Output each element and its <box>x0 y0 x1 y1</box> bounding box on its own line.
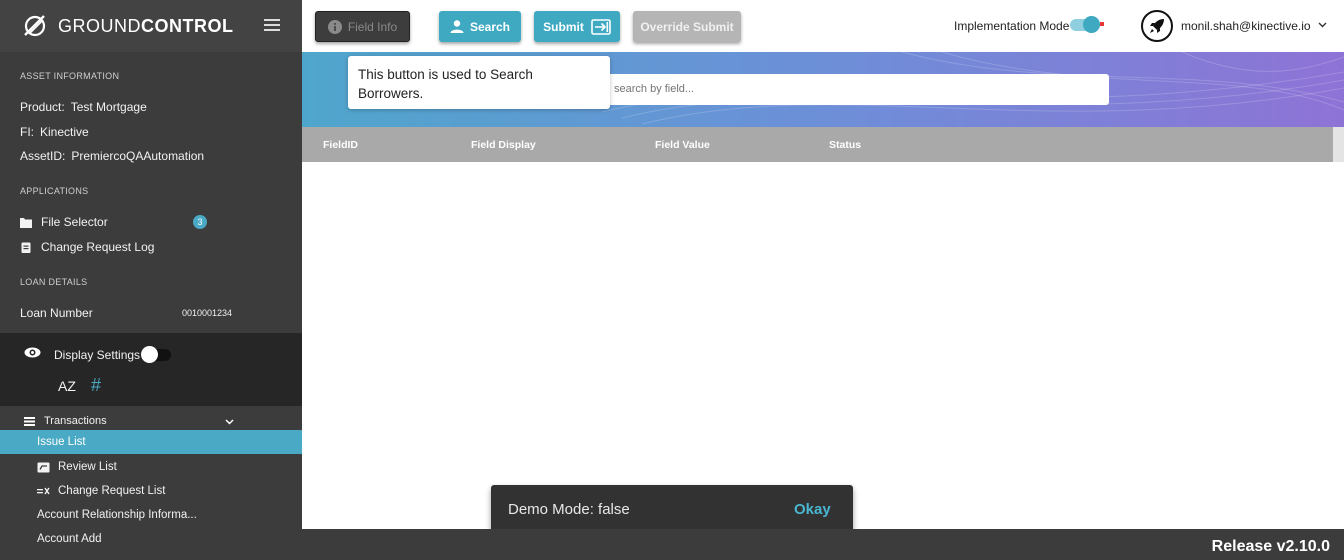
sidebar-item-change-request-list[interactable]: Change Request List <box>0 479 302 503</box>
list-icon <box>24 416 35 426</box>
sidebar-item-issue-list[interactable]: Issue List <box>0 430 302 454</box>
column-header-fieldid[interactable]: FieldID <box>323 139 358 151</box>
release-version: Release v2.10.0 <box>1211 538 1330 555</box>
asset-id-row: AssetID: PremiercoQAAutomation <box>20 149 205 163</box>
sidebar-item-label: Issue List <box>37 436 86 448</box>
sidebar-item-file-selector[interactable]: File Selector <box>20 215 108 229</box>
sort-az-icon[interactable]: AZ <box>58 378 76 394</box>
top-toolbar: Field Info Search Submit Override Submit… <box>302 0 1344 52</box>
person-icon <box>450 20 464 33</box>
sidebar-item-account-relationship[interactable]: Account Relationship Informa... <box>0 503 302 527</box>
snackbar-message: Demo Mode: false <box>508 501 630 518</box>
user-menu-chevron-icon[interactable] <box>1318 22 1327 28</box>
brand-name: GROUNDCONTROL <box>58 15 234 36</box>
chevron-down-icon <box>225 419 234 425</box>
info-icon <box>327 19 342 34</box>
loan-number-value: 0010001234 <box>182 308 233 318</box>
sidebar-item-review-list[interactable]: Review List <box>0 455 302 479</box>
transactions-header[interactable]: Transactions <box>24 415 234 427</box>
field-info-label: Field Info <box>347 19 398 34</box>
submit-button[interactable]: Submit <box>534 11 620 42</box>
scrollbar-track[interactable] <box>1333 127 1344 162</box>
sidebar-item-label: Change Request List <box>58 485 166 497</box>
snackbar: Demo Mode: false Okay <box>491 485 853 535</box>
sidebar-item-label: Account Relationship Informa... <box>37 509 197 521</box>
search-tooltip: This button is used to Search Borrowers. <box>348 56 610 109</box>
loan-number-label: Loan Number <box>20 306 93 320</box>
review-icon <box>37 462 50 472</box>
rocket-avatar-icon[interactable] <box>1141 10 1173 42</box>
column-header-status[interactable]: Status <box>829 139 861 151</box>
table-header: FieldID Field Display Field Value Status <box>302 127 1333 162</box>
groundcontrol-logo-icon <box>24 15 46 37</box>
folder-icon <box>20 217 32 228</box>
sidebar-item-label: Change Request Log <box>41 240 155 254</box>
loan-details-title: LOAN DETAILS <box>20 277 88 287</box>
eye-icon <box>24 347 41 358</box>
logo-bar: GROUNDCONTROL <box>0 0 302 52</box>
file-count-badge: 3 <box>193 215 207 229</box>
display-settings-panel: Display Settings AZ # <box>0 333 302 406</box>
column-header-field-value[interactable]: Field Value <box>655 139 710 151</box>
override-submit-button[interactable]: Override Submit <box>633 11 741 42</box>
implementation-mode-label: Implementation Mode <box>954 19 1070 33</box>
snackbar-okay-button[interactable]: Okay <box>794 501 831 518</box>
applications-title: APPLICATIONS <box>20 186 89 196</box>
field-info-button[interactable]: Field Info <box>315 11 410 42</box>
sidebar: GROUNDCONTROL ASSET INFORMATION Product:… <box>0 0 302 560</box>
implementation-mode-toggle[interactable] <box>1070 16 1104 33</box>
override-submit-label: Override Submit <box>640 19 734 34</box>
search-input[interactable] <box>606 74 1109 105</box>
asset-info-title: ASSET INFORMATION <box>20 71 120 81</box>
sidebar-item-label: Review List <box>58 461 117 473</box>
display-settings-label: Display Settings <box>54 348 141 362</box>
sidebar-item-change-request-log[interactable]: Change Request Log <box>20 240 154 254</box>
clipboard-icon <box>21 242 31 253</box>
hamburger-menu-icon[interactable] <box>264 19 280 33</box>
user-email[interactable]: monil.shah@kinective.io <box>1181 19 1311 33</box>
column-header-field-display[interactable]: Field Display <box>471 139 536 151</box>
sidebar-item-label: File Selector <box>41 215 108 229</box>
footer: Release v2.10.0 <box>302 529 1344 560</box>
product-row: Product: Test Mortgage <box>20 100 147 114</box>
sidebar-item-label: Account Add <box>37 533 102 545</box>
search-button[interactable]: Search <box>439 11 521 42</box>
search-label: Search <box>469 19 511 34</box>
display-settings-toggle[interactable] <box>141 346 171 363</box>
transactions-label: Transactions <box>44 415 107 427</box>
sidebar-item-account-add[interactable]: Account Add <box>0 527 302 551</box>
submit-icon <box>591 18 611 35</box>
change-request-icon <box>37 487 50 494</box>
hash-icon[interactable]: # <box>91 375 101 396</box>
fi-row: FI: Kinective <box>20 125 89 139</box>
submit-label: Submit <box>543 19 584 34</box>
